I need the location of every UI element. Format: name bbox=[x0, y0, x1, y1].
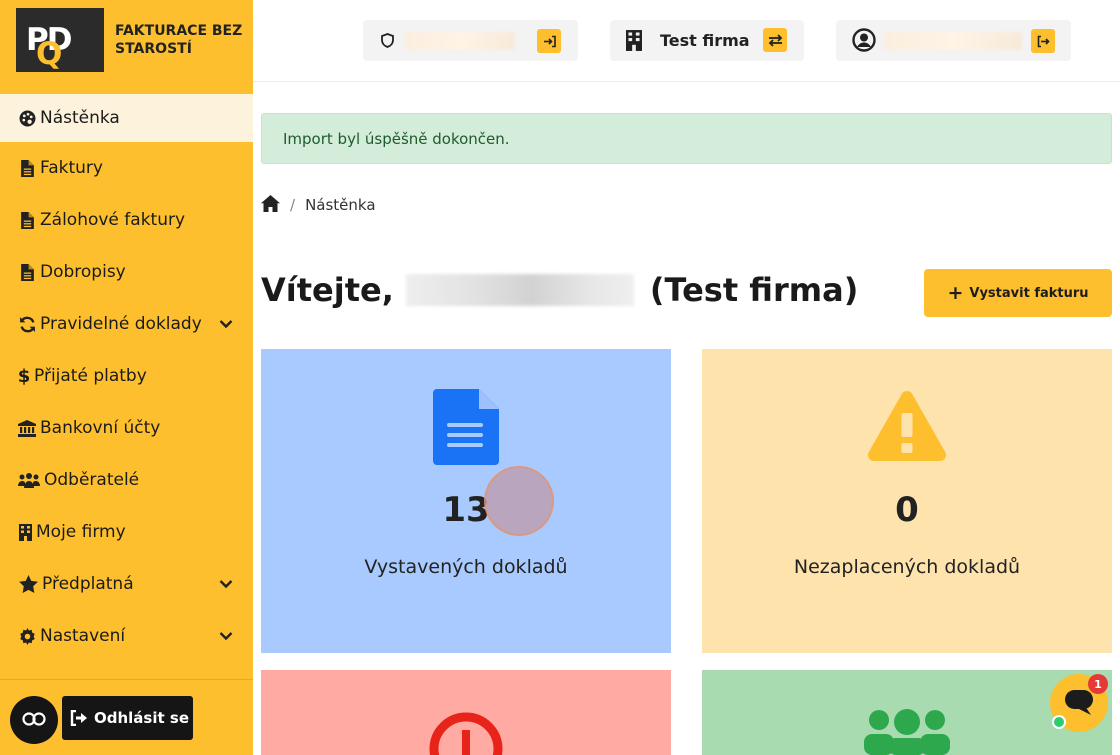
breadcrumb-current: Nástěnka bbox=[305, 196, 376, 214]
bank-icon bbox=[18, 419, 36, 437]
sidebar-item-label: Faktury bbox=[40, 158, 103, 178]
breadcrumb-separator: / bbox=[290, 196, 296, 214]
sidebar-item-label: Nastavení bbox=[40, 626, 126, 646]
redacted-user bbox=[884, 32, 1022, 50]
cookie-settings-button[interactable] bbox=[10, 696, 58, 744]
company-switcher[interactable]: Test firma bbox=[610, 20, 804, 61]
cookie-icon bbox=[21, 711, 47, 730]
shield-icon bbox=[381, 33, 394, 52]
new-invoice-label: Vystavit fakturu bbox=[969, 285, 1089, 301]
company-name: Test firma bbox=[660, 31, 750, 50]
sign-in-icon[interactable] bbox=[537, 29, 561, 53]
stat-card-customers[interactable] bbox=[702, 670, 1112, 755]
sync-icon bbox=[18, 315, 36, 333]
stat-value: 0 bbox=[895, 490, 919, 530]
sidebar-item-moje-firmy[interactable]: Moje firmy bbox=[0, 506, 253, 558]
top-header: Test firma bbox=[253, 0, 1120, 82]
building-icon bbox=[626, 29, 642, 56]
chevron-down-icon[interactable] bbox=[219, 314, 233, 334]
file-icon bbox=[18, 159, 36, 177]
welcome-company: (Test firma) bbox=[649, 271, 859, 309]
logout-label: Odhlásit se bbox=[94, 709, 189, 727]
success-alert: Import byl úspěšně dokončen. bbox=[261, 113, 1112, 164]
stat-card-overdue[interactable] bbox=[261, 670, 671, 755]
sidebar-item-odberatele[interactable]: Odběratelé bbox=[0, 454, 253, 506]
sidebar-item-label: Zálohové faktury bbox=[40, 210, 186, 230]
chevron-down-icon[interactable] bbox=[219, 626, 233, 646]
stat-value: 13 bbox=[442, 490, 490, 530]
user-box[interactable] bbox=[836, 20, 1071, 61]
alert-text: Import byl úspěšně dokončen. bbox=[283, 129, 510, 148]
sidebar-item-label: Dobropisy bbox=[40, 262, 126, 282]
warning-icon bbox=[867, 389, 947, 469]
brand-logo[interactable]: PD Q FAKTURACE BEZ STAROSTÍ bbox=[0, 0, 253, 88]
click-indicator bbox=[484, 466, 554, 536]
stat-card-issued[interactable]: 13 Vystavených dokladů bbox=[261, 349, 671, 653]
sidebar-item-pravidelne-doklady[interactable]: Pravidelné doklady bbox=[0, 298, 253, 350]
sidebar-item-label: Pravidelné doklady bbox=[40, 314, 202, 334]
chat-unread-badge: 1 bbox=[1088, 674, 1108, 694]
logout-button[interactable]: Odhlásit se bbox=[62, 696, 193, 740]
redacted-user-name bbox=[405, 274, 634, 306]
sidebar-item-prijate-platby[interactable]: $ Přijaté platby bbox=[0, 350, 253, 402]
sidebar-item-label: Bankovní účty bbox=[40, 418, 161, 438]
home-icon[interactable] bbox=[261, 194, 280, 216]
sidebar-item-label: Odběratelé bbox=[44, 470, 140, 490]
users-icon bbox=[18, 471, 40, 489]
sidebar-item-predplatna[interactable]: Předplatná bbox=[0, 558, 253, 610]
stat-label: Vystavených dokladů bbox=[364, 556, 568, 578]
sidebar-item-label: Moje firmy bbox=[36, 522, 126, 542]
exchange-icon[interactable] bbox=[763, 28, 787, 52]
star-icon bbox=[18, 575, 38, 593]
logo-mark: PD Q bbox=[16, 8, 104, 72]
dollar-icon: $ bbox=[17, 365, 31, 387]
new-invoice-button[interactable]: + Vystavit fakturu bbox=[924, 269, 1112, 317]
clock-icon bbox=[427, 710, 505, 755]
sidebar-item-dobropisy[interactable]: Dobropisy bbox=[0, 246, 253, 298]
sidebar-divider bbox=[0, 679, 253, 680]
sidebar-item-faktury[interactable]: Faktury bbox=[0, 142, 253, 194]
chevron-down-icon[interactable] bbox=[219, 574, 233, 594]
admin-login-box[interactable] bbox=[363, 20, 578, 61]
sidebar-item-label: Přijaté platby bbox=[34, 366, 147, 386]
redacted-user bbox=[405, 32, 515, 50]
sign-out-icon bbox=[70, 710, 88, 726]
page-title: Vítejte, (Test firma) bbox=[261, 270, 858, 310]
sidebar-item-label: Předplatná bbox=[42, 574, 134, 594]
sidebar-item-zalohove-faktury[interactable]: Zálohové faktury bbox=[0, 194, 253, 246]
sidebar-item-bankovni-ucty[interactable]: Bankovní účty bbox=[0, 402, 253, 454]
user-circle-icon bbox=[852, 28, 876, 56]
sidebar: PD Q FAKTURACE BEZ STAROSTÍ Nástěnka Fakt… bbox=[0, 0, 253, 755]
sign-out-icon[interactable] bbox=[1031, 29, 1055, 53]
welcome-prefix: Vítejte, bbox=[261, 271, 394, 309]
online-status-dot bbox=[1052, 715, 1066, 729]
logo-tagline: FAKTURACE BEZ STAROSTÍ bbox=[115, 23, 243, 57]
sidebar-nav: Nástěnka Faktury Zálohové faktury Dobrop… bbox=[0, 94, 253, 662]
sidebar-item-nastenka[interactable]: Nástěnka bbox=[0, 94, 253, 142]
sidebar-item-nastaveni[interactable]: Nastavení bbox=[0, 610, 253, 662]
building-icon bbox=[18, 523, 32, 541]
gear-icon bbox=[18, 627, 36, 645]
sidebar-item-label: Nástěnka bbox=[40, 108, 120, 128]
palette-icon bbox=[18, 109, 36, 127]
plus-icon: + bbox=[947, 282, 964, 304]
chat-bubble-icon bbox=[1065, 690, 1093, 720]
file-icon bbox=[18, 211, 36, 229]
breadcrumb: / Nástěnka bbox=[261, 194, 376, 216]
stat-label: Nezaplacených dokladů bbox=[793, 556, 1021, 578]
stat-card-unpaid[interactable]: 0 Nezaplacených dokladů bbox=[702, 349, 1112, 653]
document-icon bbox=[433, 389, 499, 469]
file-icon bbox=[18, 263, 36, 281]
users-icon bbox=[864, 708, 950, 755]
